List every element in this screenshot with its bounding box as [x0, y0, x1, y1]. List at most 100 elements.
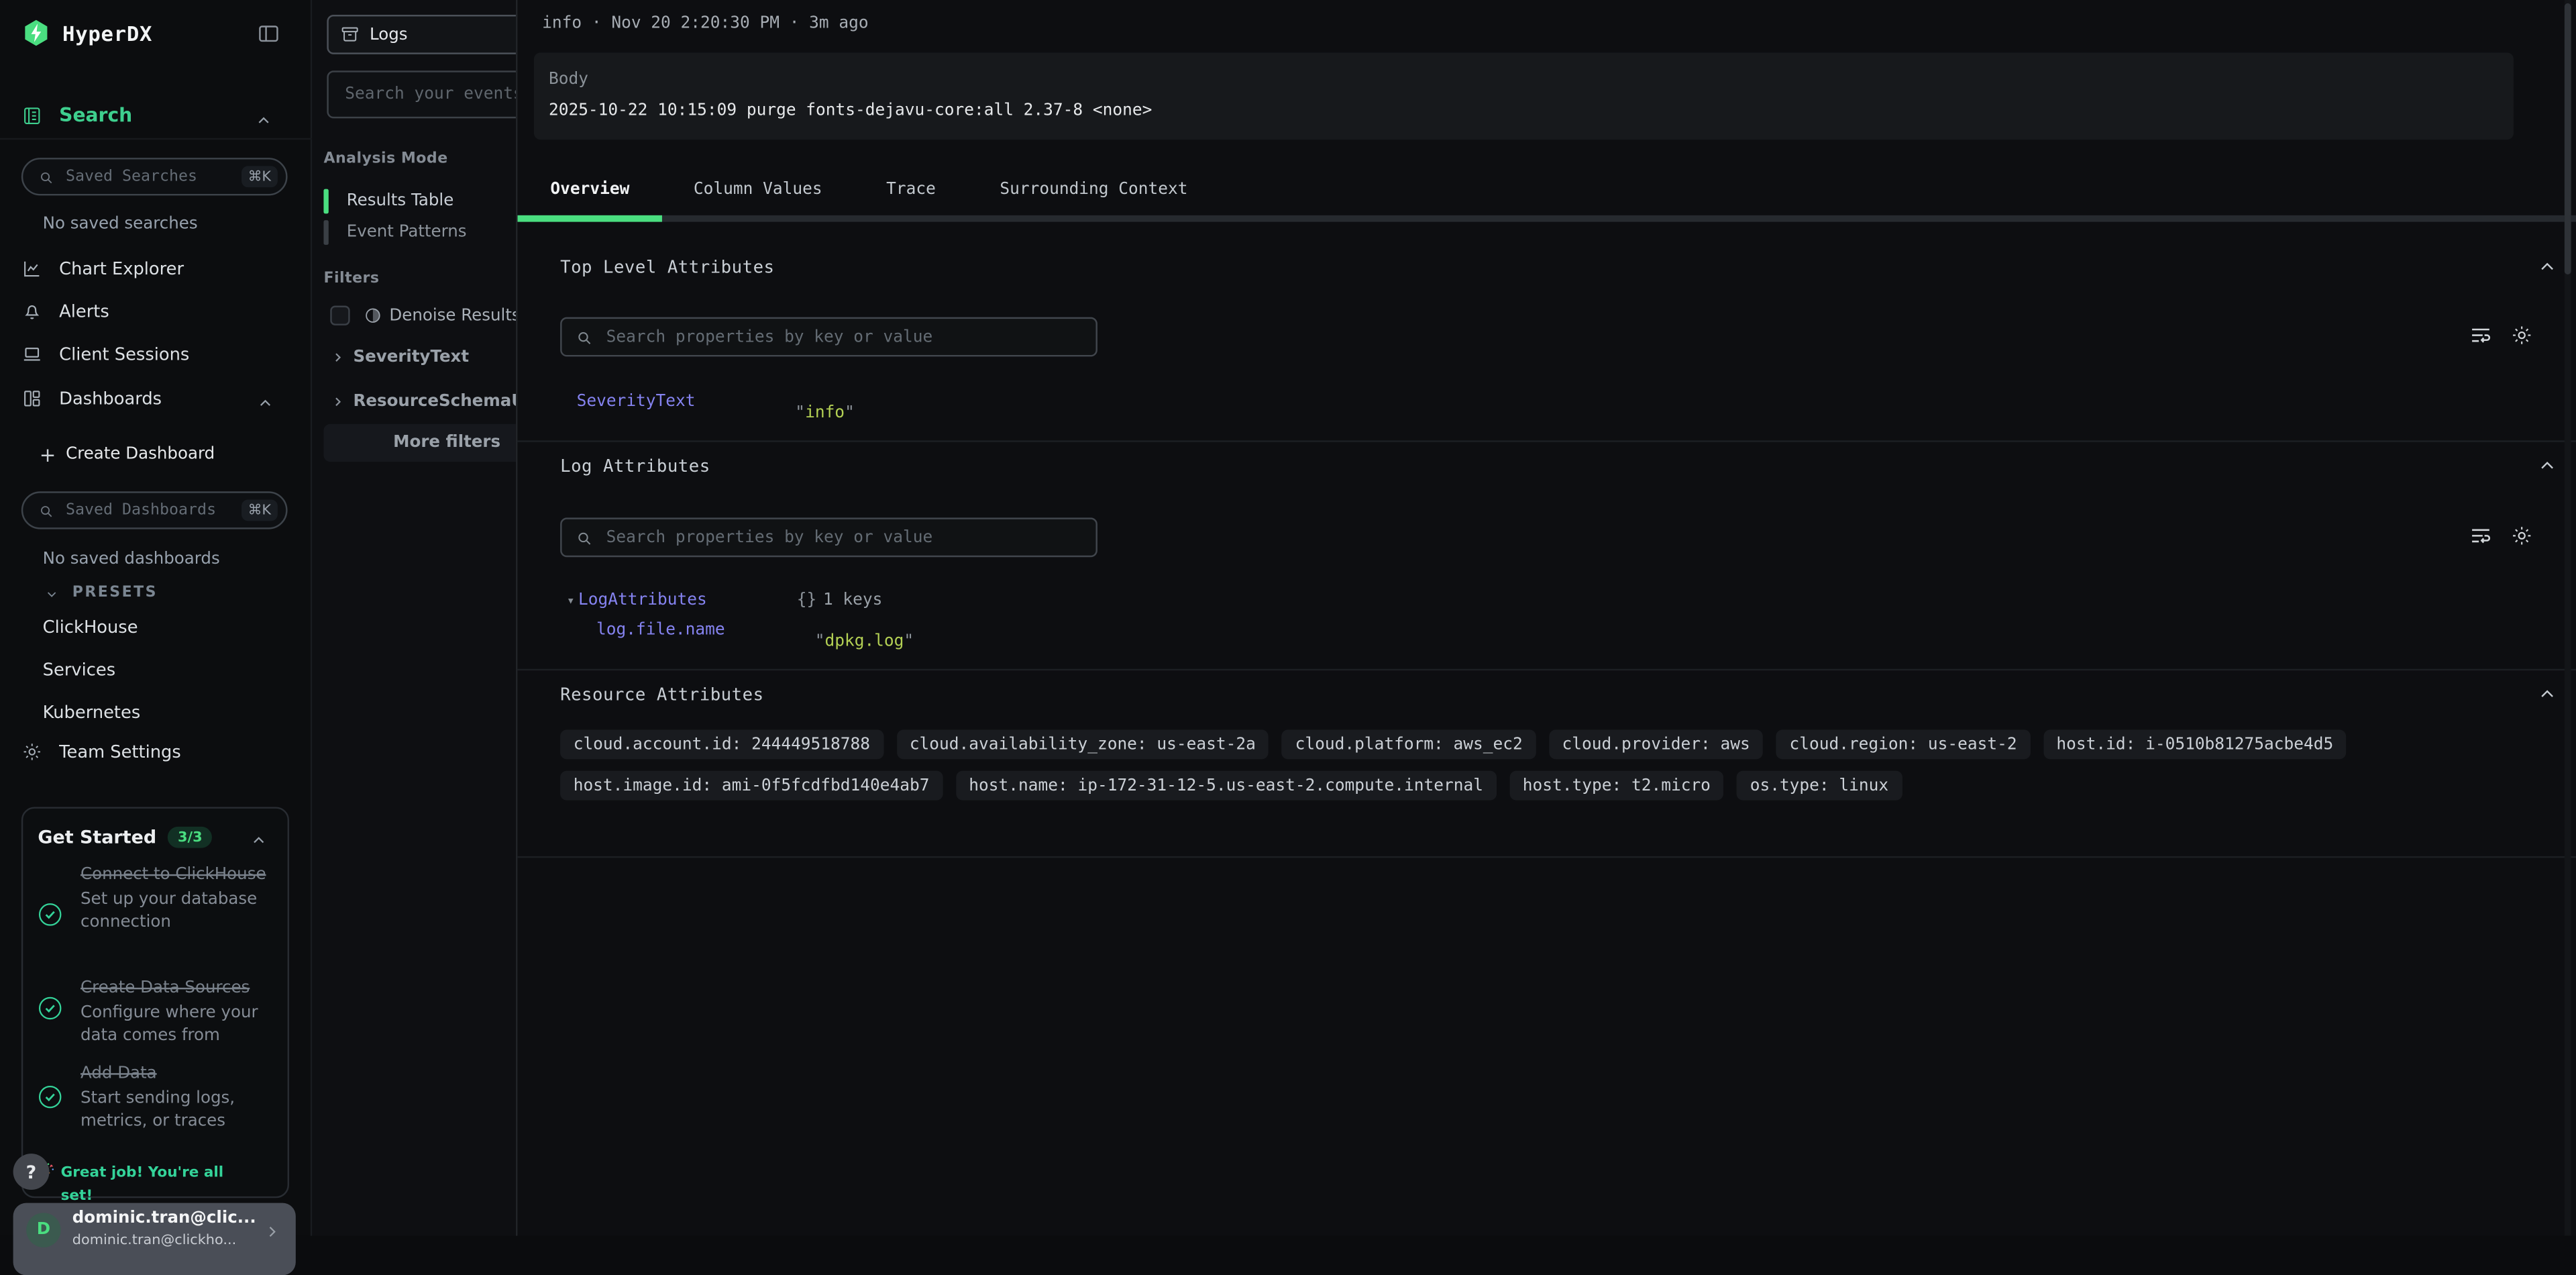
shortcut-badge: ⌘K: [241, 499, 278, 521]
logs-source-icon: [340, 25, 360, 44]
source-select-value: Logs: [370, 26, 408, 44]
source-select[interactable]: Logs: [327, 15, 516, 54]
section-title-resource-attributes: Resource Attributes: [560, 685, 763, 705]
sidebar-item-team-settings[interactable]: Team Settings: [21, 741, 181, 762]
scrollbar-thumb[interactable]: [2565, 3, 2571, 274]
resource-pill[interactable]: host.type: t2.micro: [1509, 771, 1723, 801]
saved-dashboards-search[interactable]: ⌘K: [21, 491, 288, 529]
search-icon: [38, 502, 54, 518]
filter-group-resourceschemaurl[interactable]: ResourceSchemaUrl: [330, 393, 516, 411]
key-count: 1 keys: [823, 592, 882, 610]
quote: ": [795, 404, 805, 422]
resource-pill[interactable]: host.image.id: ami-0f5fcdfbd140e4ab7: [560, 771, 943, 801]
mode-results-table[interactable]: Results Table: [323, 186, 453, 217]
saved-searches-search[interactable]: ⌘K: [21, 158, 288, 195]
step-desc: Set up your database connection: [80, 888, 274, 936]
get-started-item[interactable]: Add Data Start sending logs, metrics, or…: [80, 1063, 274, 1135]
resource-attribute-pills: cloud.account.id: 244449518788 cloud.ava…: [560, 729, 2551, 800]
top-level-search-input[interactable]: [603, 326, 1083, 348]
filter-group-severitytext[interactable]: SeverityText: [330, 348, 469, 366]
chevron-up-icon[interactable]: [250, 831, 268, 850]
filters-label: Filters: [323, 271, 379, 287]
presets-toggle[interactable]: PRESETS: [44, 585, 158, 601]
get-started-item[interactable]: Connect to ClickHouse Set up your databa…: [80, 864, 274, 936]
resource-pill[interactable]: os.type: linux: [1737, 771, 1902, 801]
separator: ·: [790, 15, 800, 33]
event-timestamp: Nov 20 2:20:30 PM: [611, 15, 780, 33]
search-icon: [575, 328, 593, 346]
shortcut-badge: ⌘K: [241, 166, 278, 187]
quote: ": [904, 633, 914, 651]
question-mark-icon: ?: [26, 1161, 37, 1182]
search-results-icon: [21, 105, 43, 126]
section-title-top-level: Top Level Attributes: [560, 258, 774, 277]
resource-pill[interactable]: cloud.provider: aws: [1549, 729, 1763, 759]
create-dashboard-button[interactable]: + Create Dashboard: [40, 446, 215, 464]
tab-trace[interactable]: Trace: [886, 181, 936, 199]
preset-services[interactable]: Services: [43, 660, 115, 680]
help-button[interactable]: ?: [13, 1154, 50, 1190]
wrap-lines-icon[interactable]: [2469, 524, 2492, 547]
resource-pill[interactable]: host.name: ip-172-31-12-5.us-east-2.comp…: [956, 771, 1497, 801]
chevron-up-icon[interactable]: [255, 112, 273, 130]
preset-kubernetes[interactable]: Kubernetes: [43, 703, 141, 723]
collapse-section-icon[interactable]: [2536, 684, 2558, 705]
check-circle-icon: [36, 994, 64, 1023]
log-attrs-search-box: [560, 517, 1097, 557]
gear-icon[interactable]: [2510, 323, 2533, 346]
log-attrs-search-input[interactable]: [603, 527, 1083, 548]
wrap-lines-icon[interactable]: [2469, 323, 2492, 346]
collapse-section-icon[interactable]: [2536, 256, 2558, 278]
resource-pill[interactable]: cloud.platform: aws_ec2: [1282, 729, 1536, 759]
attr-value[interactable]: "dpkg.log": [815, 621, 914, 653]
attr-key[interactable]: LogAttributes: [578, 592, 707, 610]
sidebar-item-chart-explorer[interactable]: Chart Explorer: [21, 258, 184, 279]
app-title: HyperDX: [62, 21, 152, 46]
chevron-up-icon[interactable]: [256, 395, 274, 413]
resource-pill[interactable]: host.id: i-0510b81275acbe4d5: [2043, 729, 2347, 759]
attr-key[interactable]: SeverityText: [577, 393, 696, 411]
tree-collapse-caret[interactable]: ▾: [567, 593, 575, 608]
tab-overview[interactable]: Overview: [550, 181, 629, 199]
event-search-input[interactable]: [329, 72, 516, 117]
app-root: HyperDX Search ⌘K No saved searches: [0, 0, 2576, 1235]
event-detail-panel: info · Nov 20 2:20:30 PM · 3m ago Body 2…: [516, 0, 2576, 1236]
resource-pill[interactable]: cloud.account.id: 244449518788: [560, 729, 883, 759]
sidebar-item-alerts[interactable]: Alerts: [21, 301, 109, 322]
gear-icon[interactable]: [2510, 524, 2533, 547]
sidebar-item-client-sessions[interactable]: Client Sessions: [21, 344, 189, 365]
value-text: info: [805, 404, 845, 422]
tab-surrounding-context[interactable]: Surrounding Context: [1000, 181, 1187, 199]
divider: [517, 440, 2576, 442]
active-indicator: [323, 189, 328, 214]
sidebar-collapse-icon[interactable]: [256, 21, 281, 46]
saved-dashboards-input[interactable]: [62, 499, 233, 521]
chevron-right-icon: [263, 1223, 281, 1241]
mode-event-patterns[interactable]: Event Patterns: [323, 217, 466, 248]
preset-clickhouse[interactable]: ClickHouse: [43, 618, 138, 638]
resource-pill[interactable]: cloud.region: us-east-2: [1776, 729, 2030, 759]
more-filters-button[interactable]: More filters: [323, 424, 516, 462]
divider: [0, 138, 312, 140]
get-started-title: Get Started: [38, 827, 156, 848]
step-title: Create Data Sources: [80, 978, 274, 1002]
attr-value[interactable]: "info": [795, 393, 855, 424]
event-header: info · Nov 20 2:20:30 PM · 3m ago: [542, 15, 868, 33]
collapse-section-icon[interactable]: [2536, 455, 2558, 476]
get-started-item[interactable]: Create Data Sources Configure where your…: [80, 978, 274, 1050]
tab-column-values[interactable]: Column Values: [694, 181, 822, 199]
attr-key[interactable]: log.file.name: [596, 621, 725, 640]
mode-label: Event Patterns: [347, 223, 467, 242]
presets-label: PRESETS: [72, 585, 158, 601]
sidebar-item-search[interactable]: Search: [21, 103, 132, 126]
denoise-checkbox[interactable]: [330, 306, 350, 325]
denoise-label[interactable]: Denoise Results: [389, 307, 516, 325]
resource-pill[interactable]: cloud.availability_zone: us-east-2a: [896, 729, 1269, 759]
step-title: Add Data: [80, 1063, 274, 1087]
logo: HyperDX: [21, 18, 152, 48]
saved-searches-input[interactable]: [62, 166, 233, 187]
user-menu[interactable]: D dominic.tran@clic... dominic.tran@clic…: [13, 1203, 296, 1275]
sidebar-item-label: Team Settings: [59, 742, 181, 762]
sidebar-item-dashboards[interactable]: Dashboards: [21, 388, 162, 409]
step-title: Connect to ClickHouse: [80, 864, 274, 888]
